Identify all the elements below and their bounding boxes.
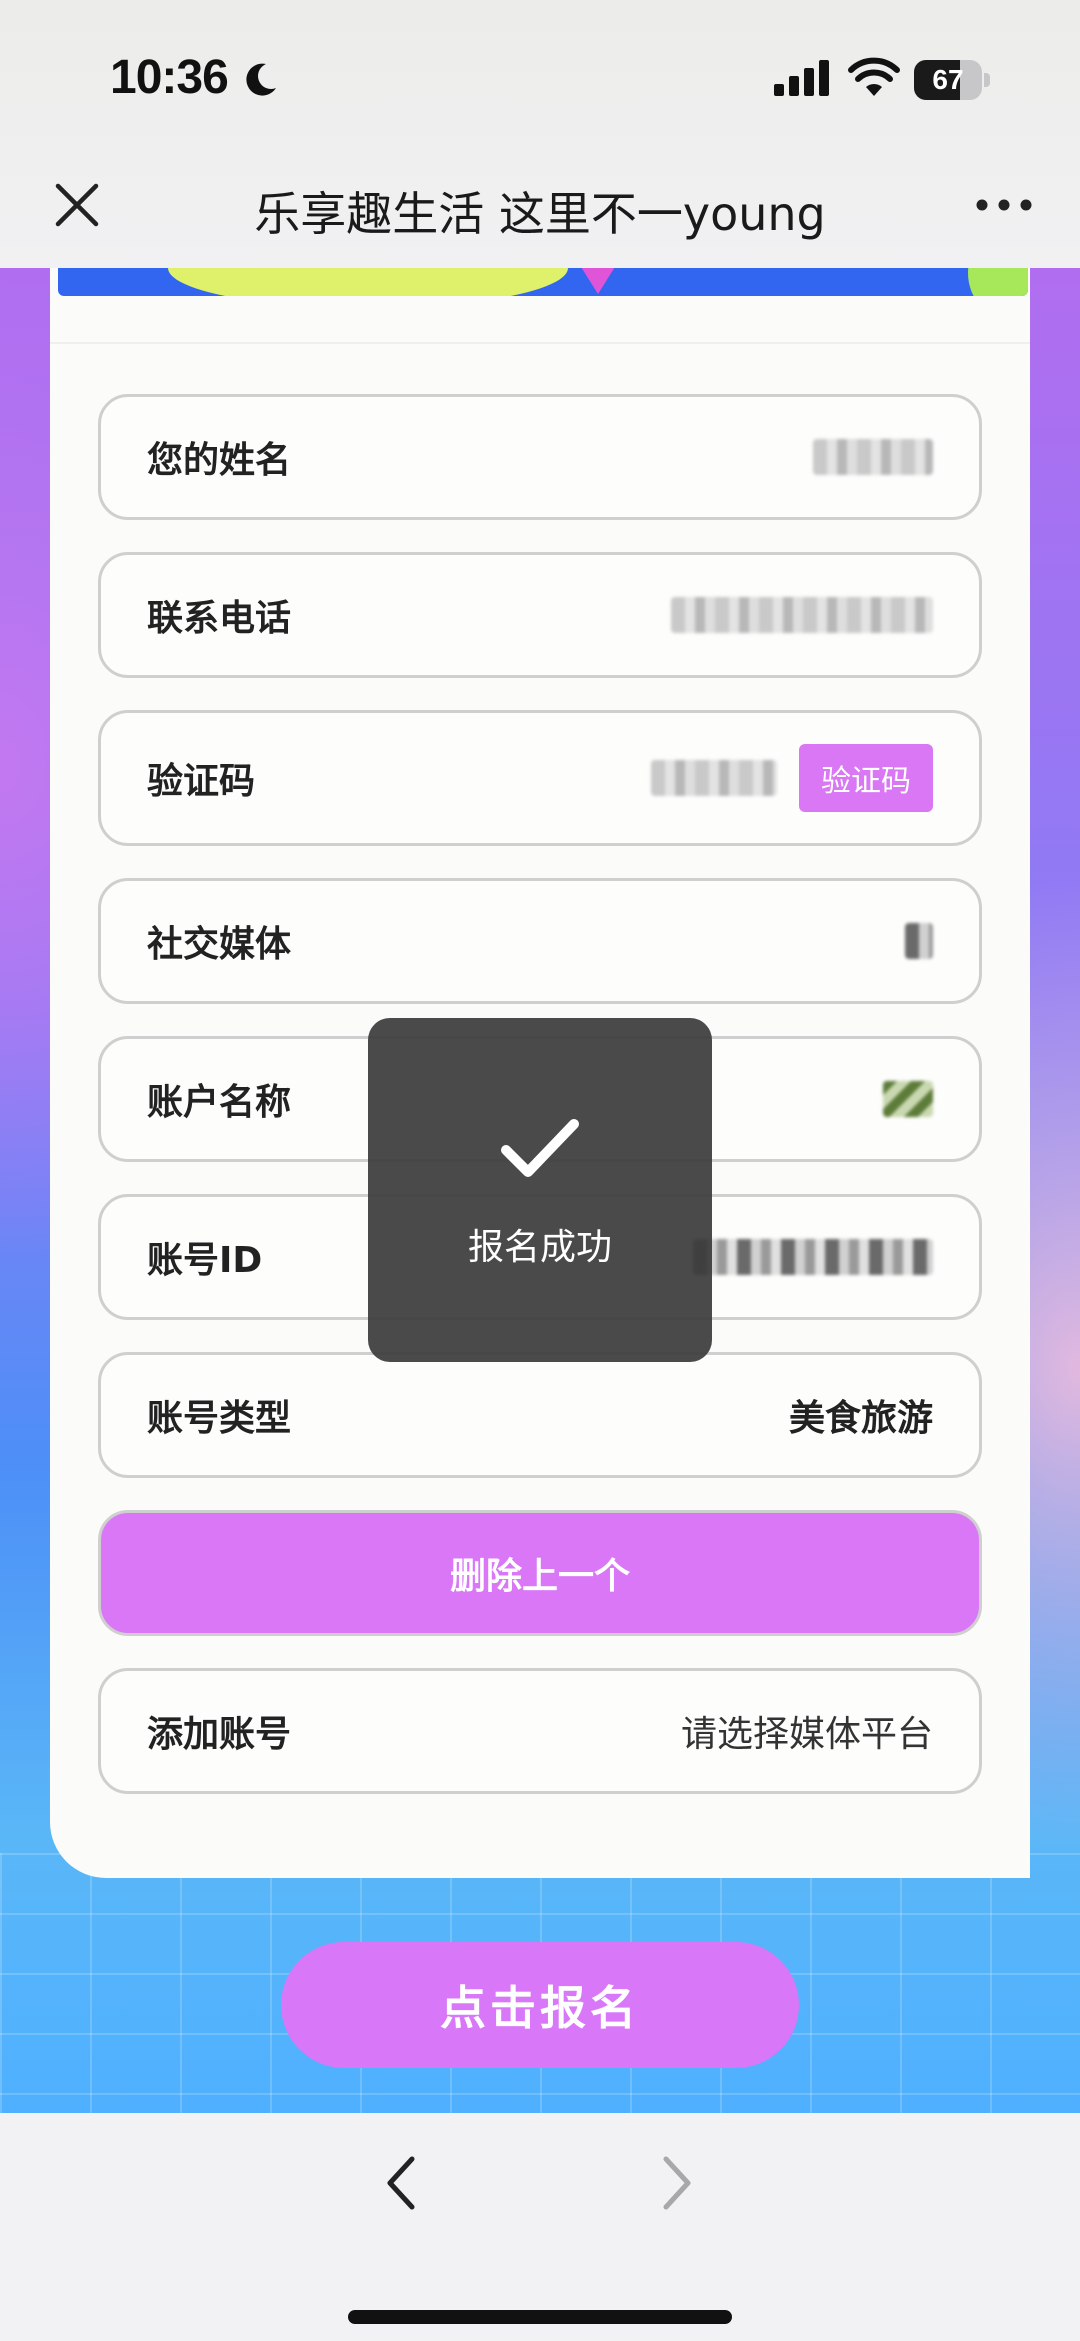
account-id-value bbox=[693, 1197, 933, 1317]
account-type-field[interactable]: 账号类型 美食旅游 bbox=[98, 1352, 982, 1478]
verify-code-field[interactable]: 验证码 验证码 bbox=[98, 710, 982, 846]
forward-icon[interactable] bbox=[656, 2153, 700, 2213]
signal-icon bbox=[774, 60, 829, 96]
account-name-value bbox=[883, 1039, 933, 1159]
verify-code-value: 验证码 bbox=[651, 713, 933, 843]
wifi-icon bbox=[848, 57, 900, 96]
account-name-label: 账户名称 bbox=[147, 1082, 292, 1123]
media-platform-select[interactable]: 请选择媒体平台 bbox=[681, 1671, 933, 1791]
account-type-label: 账号类型 bbox=[147, 1398, 292, 1439]
delete-previous-button[interactable]: 删除上一个 bbox=[98, 1510, 982, 1636]
divider bbox=[50, 342, 1030, 344]
submit-button[interactable]: 点击报名 bbox=[281, 1942, 799, 2068]
account-type-value: 美食旅游 bbox=[788, 1398, 933, 1439]
get-verify-code-button[interactable]: 验证码 bbox=[799, 744, 933, 812]
success-toast: 报名成功 bbox=[368, 1018, 712, 1362]
name-label: 您的姓名 bbox=[147, 440, 292, 481]
status-time: 10:36 bbox=[110, 51, 229, 104]
battery-indicator: 67 bbox=[914, 60, 990, 100]
account-id-label: 账号ID bbox=[147, 1240, 263, 1281]
phone-field[interactable]: 联系电话 bbox=[98, 552, 982, 678]
name-field[interactable]: 您的姓名 bbox=[98, 394, 982, 520]
banner-strip bbox=[58, 268, 1028, 296]
phone-label: 联系电话 bbox=[147, 598, 292, 639]
top-header: 10:36 67 乐享趣生活 这里不一young bbox=[0, 0, 1080, 268]
phone-value bbox=[671, 555, 933, 675]
name-value bbox=[813, 397, 933, 517]
page-title: 乐享趣生活 这里不一young bbox=[254, 187, 826, 241]
social-media-value bbox=[905, 881, 933, 1001]
add-account-label: 添加账号 bbox=[147, 1714, 292, 1755]
back-icon[interactable] bbox=[378, 2153, 422, 2213]
add-account-field[interactable]: 添加账号 请选择媒体平台 bbox=[98, 1668, 982, 1794]
verify-code-label: 验证码 bbox=[147, 761, 256, 802]
toast-message: 报名成功 bbox=[467, 1227, 612, 1268]
social-media-label: 社交媒体 bbox=[147, 924, 292, 965]
bottom-toolbar bbox=[0, 2113, 1080, 2341]
social-media-field[interactable]: 社交媒体 bbox=[98, 878, 982, 1004]
more-icon[interactable] bbox=[974, 190, 1034, 220]
home-indicator[interactable] bbox=[348, 2310, 732, 2324]
battery-level: 67 bbox=[932, 64, 964, 95]
check-icon bbox=[501, 1119, 579, 1177]
moon-icon bbox=[246, 63, 276, 96]
close-icon[interactable] bbox=[52, 180, 102, 230]
